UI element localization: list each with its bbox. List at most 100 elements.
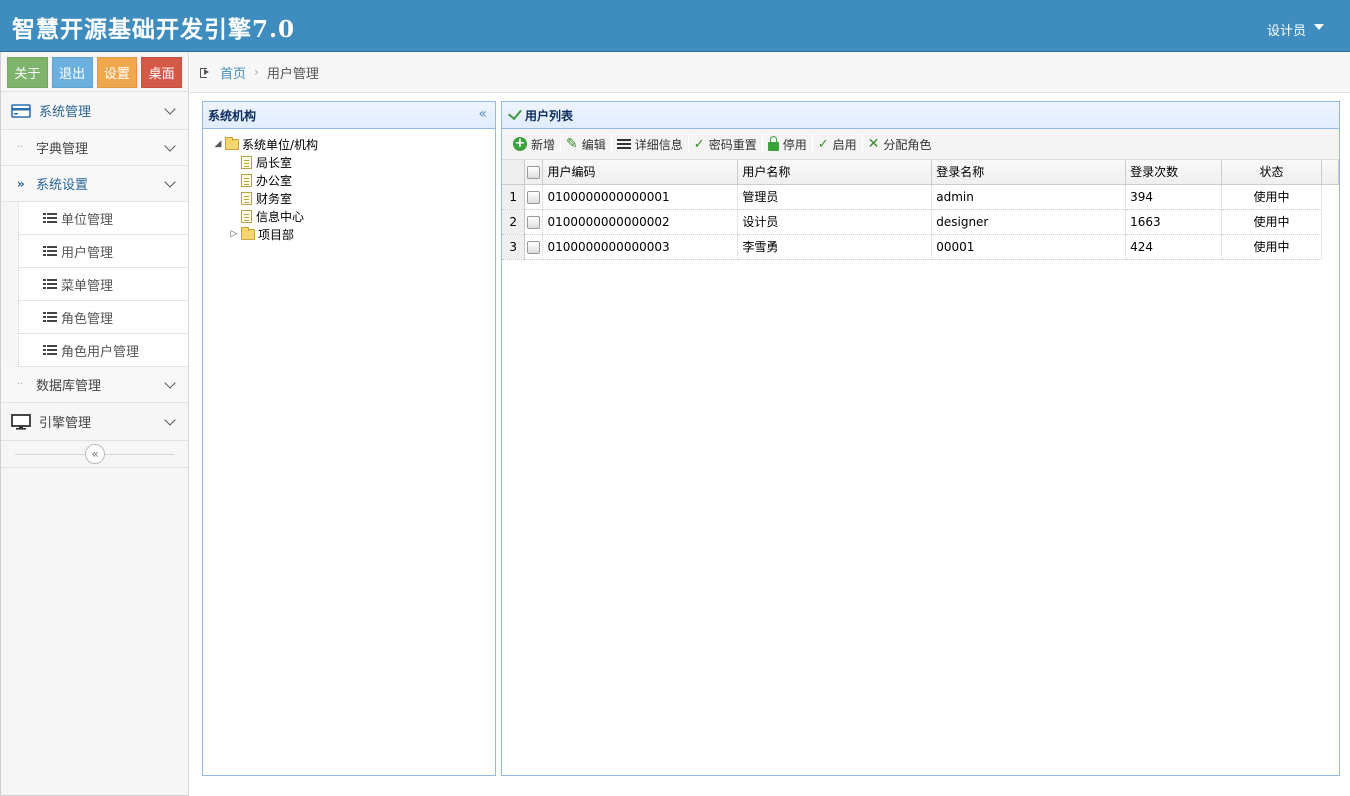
cell-filler <box>1321 234 1338 259</box>
add-button[interactable]: + 新增 <box>508 132 560 156</box>
list-icon <box>43 279 57 289</box>
cell-status: 使用中 <box>1221 184 1322 210</box>
document-icon <box>241 191 252 205</box>
row-number: 3 <box>502 234 526 260</box>
menu-label: 引擎管理 <box>39 416 92 431</box>
key-icon: ✓ <box>693 136 705 152</box>
cell-name: 李雪勇 <box>737 234 933 260</box>
user-list-header: 用户列表 <box>502 102 1339 129</box>
org-tree: ◢ 系统单位/机构 局长室 办公室 财务室 信息中心 ▷ 项目部 <box>203 129 495 243</box>
checkbox-icon <box>527 165 541 179</box>
tree-node-label: 财务室 <box>256 191 293 206</box>
menu-dictionary[interactable]: ·· 字典管理 <box>1 130 188 166</box>
details-button[interactable]: 详细信息 <box>612 132 688 156</box>
row-number: 2 <box>502 209 526 235</box>
collapse-left-icon[interactable]: « <box>478 106 487 122</box>
lock-icon <box>767 135 779 151</box>
enable-button[interactable]: ✓ 启用 <box>813 132 862 156</box>
expanded-triangle-icon[interactable]: ◢ <box>211 139 225 149</box>
menu-system-management[interactable]: 系统管理 <box>1 92 188 130</box>
quick-buttons: 关于 退出 设置 桌面 <box>1 52 188 92</box>
sidebar-item-user[interactable]: 用户管理 <box>18 235 188 268</box>
settings-button[interactable]: 设置 <box>96 57 138 88</box>
breadcrumb-home[interactable]: 首页 <box>220 63 246 82</box>
double-chevron-right-icon: » <box>17 176 25 191</box>
cell-count: 424 <box>1125 234 1223 260</box>
org-panel-header: 系统机构 « <box>203 102 495 129</box>
column-header[interactable]: 登录名称 <box>931 160 1127 185</box>
document-icon <box>241 209 252 223</box>
list-icon <box>43 246 57 256</box>
table-row[interactable]: 3 0100000000000003 李雪勇 00001 424 使用中 <box>502 234 1339 260</box>
button-label: 密码重置 <box>708 137 757 152</box>
column-header[interactable]: 用户编码 <box>542 160 739 185</box>
about-button[interactable]: 关于 <box>7 57 48 88</box>
cell-count: 1663 <box>1125 209 1223 235</box>
collapse-sidebar-icon[interactable]: « <box>85 444 105 464</box>
menu-system-settings[interactable]: » 系统设置 <box>1 166 188 202</box>
desktop-button[interactable]: 桌面 <box>141 57 182 88</box>
menu-database[interactable]: ·· 数据库管理 <box>1 367 188 403</box>
row-number: 1 <box>502 184 526 210</box>
tree-node[interactable]: 办公室 <box>211 171 495 189</box>
sidebar-item-unit[interactable]: 单位管理 <box>18 202 188 235</box>
disable-button[interactable]: 停用 <box>763 132 812 156</box>
tree-node-root[interactable]: ◢ 系统单位/机构 <box>211 135 495 153</box>
tree-node-label: 项目部 <box>258 227 295 242</box>
sidebar-collapse-row: « <box>1 441 188 468</box>
breadcrumb-separator-icon: › <box>254 65 259 79</box>
tools-icon: ✕ <box>867 136 880 152</box>
sidebar-item-menu[interactable]: 菜单管理 <box>18 268 188 301</box>
app-title: 智慧开源基础开发引擎7.0 <box>12 16 296 43</box>
sidebar: 关于 退出 设置 桌面 系统管理 ·· 字典管理 » 系统设置 单位管理 用户管… <box>0 52 189 796</box>
sidebar-item-role[interactable]: 角色管理 <box>18 301 188 334</box>
assign-role-button[interactable]: ✕ 分配角色 <box>863 132 937 156</box>
sign-in-icon <box>200 67 212 78</box>
tree-node-label: 系统单位/机构 <box>242 137 319 152</box>
collapsed-triangle-icon[interactable]: ▷ <box>227 229 241 239</box>
row-checkbox[interactable] <box>524 184 544 210</box>
row-checkbox[interactable] <box>524 234 544 260</box>
cell-filler <box>1321 209 1338 234</box>
monitor-icon <box>11 413 31 430</box>
select-all-checkbox[interactable] <box>524 160 544 185</box>
table-row[interactable]: 1 0100000000000001 管理员 admin 394 使用中 <box>502 184 1339 210</box>
logout-button[interactable]: 退出 <box>51 57 93 88</box>
table-header-row: 用户编码 用户名称 登录名称 登录次数 状态 <box>502 160 1340 185</box>
tree-node-folder[interactable]: ▷ 项目部 <box>211 225 495 243</box>
tree-node-label: 信息中心 <box>256 209 305 224</box>
menu-label: 数据库管理 <box>36 379 102 394</box>
document-icon <box>241 155 252 169</box>
cell-login: admin <box>931 184 1127 210</box>
button-label: 新增 <box>531 137 556 152</box>
row-number-header <box>502 160 526 185</box>
user-list-title: 用户列表 <box>525 108 574 123</box>
tree-node[interactable]: 财务室 <box>211 189 495 207</box>
tree-dots-icon: ·· <box>17 379 24 390</box>
reset-password-button[interactable]: ✓ 密码重置 <box>689 132 762 156</box>
menu-label: 字典管理 <box>36 142 89 157</box>
add-icon: + <box>513 136 527 151</box>
sidebar-item-label: 用户管理 <box>61 245 114 261</box>
card-icon <box>11 103 31 118</box>
button-label: 停用 <box>782 137 807 152</box>
check-icon <box>508 105 522 121</box>
column-header[interactable]: 状态 <box>1221 160 1322 185</box>
user-menu[interactable]: 设计员 <box>1267 20 1324 39</box>
menu-label: 系统管理 <box>39 105 92 120</box>
tree-node[interactable]: 局长室 <box>211 153 495 171</box>
cell-status: 使用中 <box>1221 234 1322 260</box>
column-header[interactable]: 登录次数 <box>1125 160 1223 185</box>
document-icon <box>241 173 252 187</box>
sidebar-item-role-user[interactable]: 角色用户管理 <box>18 334 188 367</box>
tree-node[interactable]: 信息中心 <box>211 207 495 225</box>
column-header[interactable]: 用户名称 <box>737 160 933 185</box>
menu-engine-management[interactable]: 引擎管理 <box>1 403 188 441</box>
user-table: 用户编码 用户名称 登录名称 登录次数 状态 1 010000000000000… <box>502 160 1340 260</box>
list-icon <box>43 312 57 322</box>
user-name: 设计员 <box>1266 24 1306 39</box>
edit-button[interactable]: ✎ 编辑 <box>561 132 611 156</box>
cell-code: 0100000000000002 <box>542 209 739 235</box>
table-row[interactable]: 2 0100000000000002 设计员 designer 1663 使用中 <box>502 209 1339 235</box>
row-checkbox[interactable] <box>524 209 544 235</box>
